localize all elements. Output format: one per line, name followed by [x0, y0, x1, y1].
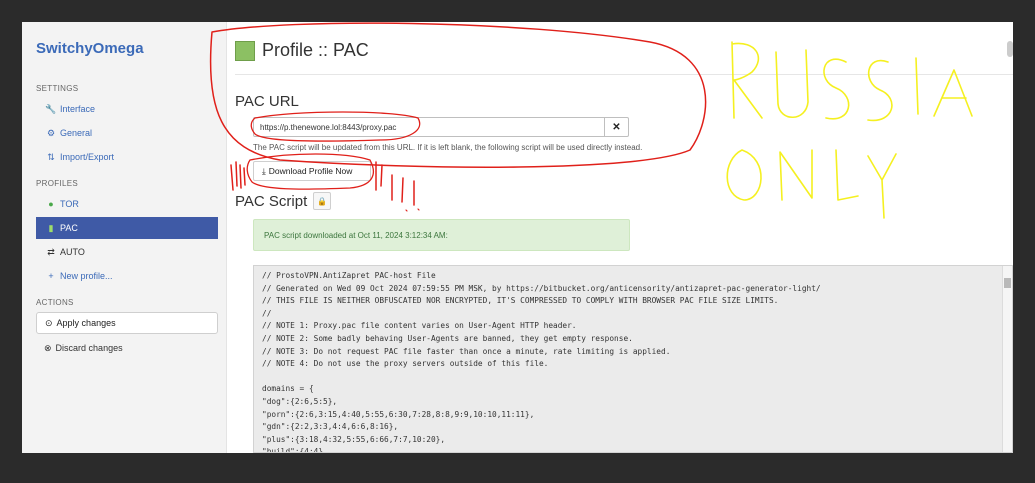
sidebar-item-label: TOR — [60, 199, 79, 209]
close-icon: ✕ — [612, 121, 621, 133]
gear-icon: ⚙ — [46, 127, 56, 138]
code-line: // — [262, 308, 272, 318]
code-line: // NOTE 4: Do not use the proxy servers … — [262, 359, 549, 369]
pac-url-help-text: The PAC script will be updated from this… — [253, 143, 643, 152]
divider — [235, 74, 1013, 75]
lock-icon: 🔒 — [317, 196, 328, 206]
sidebar-item-label: Interface — [60, 104, 96, 114]
pac-script-heading-row: PAC Script 🔒 — [235, 192, 332, 210]
code-line: "porn":{2:6,3:15,4:40,5:55,6:30,7:28,8:8… — [262, 409, 535, 419]
editor-scrollbar-thumb[interactable] — [1004, 278, 1011, 288]
sidebar-item-label: General — [60, 128, 93, 138]
profile-header: Profile :: PAC — [235, 40, 369, 61]
sidebar-item-label: Import/Export — [60, 152, 115, 162]
import-export-icon: ⇅ — [47, 151, 55, 162]
download-icon: ⤓ — [262, 165, 266, 176]
discard-changes-label: Discard changes — [55, 343, 123, 353]
code-line: domains = { — [262, 384, 314, 394]
main-panel: Profile :: PAC PAC URL ✕ The PAC script … — [227, 22, 1013, 453]
sidebar-item-auto[interactable]: ⇄ AUTO — [36, 241, 218, 263]
code-line: "build":{4:4}, — [262, 447, 328, 453]
pac-script-heading: PAC Script — [235, 192, 308, 210]
sidebar-item-import-export[interactable]: ⇅ Import/Export — [36, 146, 218, 168]
switch-icon: ⇄ — [47, 246, 55, 257]
code-line: // NOTE 3: Do not request PAC file faste… — [262, 346, 671, 356]
page-title: Profile :: PAC — [262, 40, 369, 60]
code-line: // NOTE 1: Proxy.pac file content varies… — [262, 321, 577, 331]
check-circle-icon: ⊙ — [45, 317, 53, 328]
code-line: // NOTE 2: Some badly behaving User-Agen… — [262, 333, 633, 343]
download-profile-button[interactable]: ⤓ Download Profile Now — [253, 161, 371, 181]
pac-script-editor[interactable]: // ProstoVPN.AntiZapret PAC-host File // … — [253, 265, 1013, 453]
pac-url-heading: PAC URL — [235, 93, 299, 110]
app-title[interactable]: SwitchyOmega — [36, 40, 144, 57]
profile-color-swatch[interactable] — [235, 40, 255, 61]
lock-button[interactable]: 🔒 — [313, 192, 332, 210]
wrench-icon: 🔧 — [45, 103, 57, 114]
code-line: // ProstoVPN.AntiZapret PAC-host File — [262, 271, 436, 280]
download-profile-label: Download Profile Now — [268, 166, 353, 176]
apply-changes-label: Apply changes — [56, 318, 116, 328]
app-window: SwitchyOmega SETTINGS 🔧 Interface ⚙ Gene… — [22, 22, 1013, 453]
pac-script-code: // ProstoVPN.AntiZapret PAC-host File // … — [262, 270, 821, 453]
apply-changes-button[interactable]: ⊙ Apply changes — [36, 312, 218, 334]
clear-url-button[interactable]: ✕ — [605, 117, 629, 137]
code-line: // Generated on Wed 09 Oct 2024 07:59:55… — [262, 283, 821, 293]
sidebar-item-new-profile[interactable]: + New profile... — [36, 265, 218, 287]
sidebar-item-general[interactable]: ⚙ General — [36, 122, 218, 144]
sidebar-item-tor[interactable]: ● TOR — [36, 193, 218, 215]
code-line: "dog":{2:6,5:5}, — [262, 396, 338, 406]
code-line: "plus":{3:18,4:32,5:55,6:66,7:7,10:20}, — [262, 434, 446, 444]
code-line: "gdn":{2:2,3:3,4:4,6:6,8:16}, — [262, 422, 399, 432]
code-line: // THIS FILE IS NEITHER OBFUSCATED NOR E… — [262, 296, 779, 306]
editor-scrollbar[interactable] — [1002, 266, 1012, 452]
settings-section-label: SETTINGS — [36, 84, 79, 93]
actions-section-label: ACTIONS — [36, 298, 74, 307]
file-icon: ▮ — [48, 222, 54, 233]
globe-icon: ● — [48, 199, 54, 209]
sidebar-item-interface[interactable]: 🔧 Interface — [36, 98, 218, 120]
sidebar: SwitchyOmega SETTINGS 🔧 Interface ⚙ Gene… — [22, 22, 227, 453]
sidebar-item-label: AUTO — [60, 247, 85, 257]
sidebar-item-label: New profile... — [60, 271, 113, 281]
sidebar-item-label: PAC — [60, 223, 78, 233]
discard-icon: ⊗ — [44, 342, 52, 353]
download-status-alert: PAC script downloaded at Oct 11, 2024 3:… — [253, 219, 630, 251]
sidebar-item-pac[interactable]: ▮ PAC — [36, 217, 218, 239]
profiles-section-label: PROFILES — [36, 179, 78, 188]
plus-icon: + — [48, 271, 54, 281]
pac-url-input[interactable] — [253, 117, 605, 137]
discard-changes-button[interactable]: ⊗ Discard changes — [36, 338, 123, 358]
page-scrollbar[interactable] — [1007, 41, 1013, 57]
